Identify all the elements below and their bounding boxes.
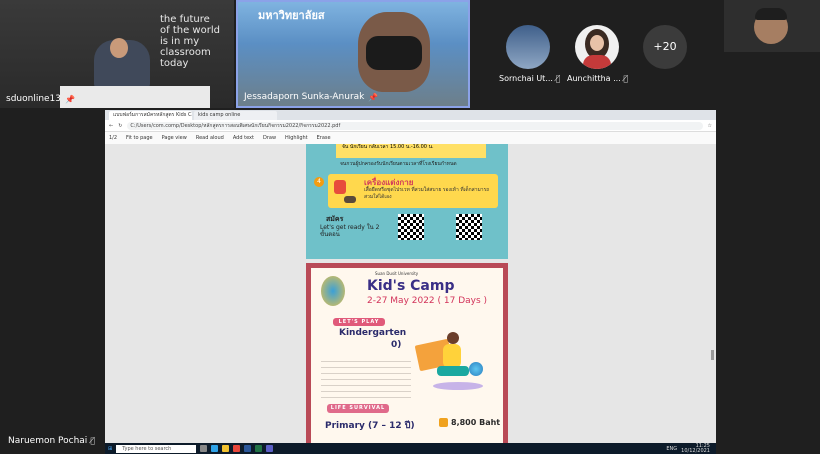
clock-date: 10/12/2021 (681, 447, 710, 454)
qr-code-icon (456, 214, 482, 240)
illustration-legs (437, 366, 469, 376)
backdrop-line: classroom (160, 47, 211, 58)
participant-name: Sornchai Ut... (499, 74, 553, 83)
refresh-icon[interactable]: ↻ (118, 123, 122, 129)
backdrop-line: of the world (160, 25, 220, 36)
poster-text: จัน นักเรียน กลับเวลา 15.00 น.-16.00 น. (342, 144, 434, 150)
participant-name-label: sduonline13 📌 (6, 94, 75, 104)
university-logo (321, 276, 345, 306)
kids-camp-poster: Suan Dusit University Kid's Camp 2-27 Ma… (311, 268, 503, 448)
more-participants-count: +20 (653, 40, 677, 53)
edge-icon[interactable] (211, 445, 219, 452)
mic-off-icon: 🎙̸ (623, 74, 629, 83)
signup-cta: Let's get ready ใน 2 ขั้นตอน (320, 224, 380, 238)
url-field[interactable]: C:/Users/com.comp/Desktop/หลักสูตรการสอน… (127, 121, 703, 130)
pdf-page-2: Suan Dusit University Kid's Camp 2-27 Ma… (306, 263, 508, 448)
word-icon[interactable] (244, 445, 252, 452)
mic-off-icon: 🎙̸ (90, 436, 95, 445)
clock[interactable]: 11:25 10/12/2021 (681, 443, 716, 454)
illustration-head (447, 332, 459, 344)
participant-avatar-sornchai[interactable] (506, 25, 550, 69)
avatar-face (590, 35, 604, 51)
self-view-tile[interactable] (724, 0, 820, 52)
page-view-button[interactable]: Page view (162, 135, 187, 141)
participant-tile-jessadaporn[interactable]: มหาวิทยาลัยส Jessadaporn Sunka-Anurak 📌 (236, 0, 470, 108)
illustration-shadow (433, 382, 483, 390)
self-name: Naruemon Pochai (8, 436, 88, 446)
page-counter[interactable]: 1/2 (109, 135, 117, 141)
language-indicator[interactable]: ENG (666, 446, 677, 452)
backdrop-line: the future (160, 14, 210, 25)
erase-button[interactable]: Erase (317, 135, 331, 141)
poster-title: Kid's Camp (367, 278, 455, 294)
avatar-shirt (583, 55, 611, 69)
dress-code-card: เครื่องแต่งกาย เสื้อยืดหรือชุดไปรเวท ที่… (328, 174, 498, 208)
program-kindergarten: Kindergarten (339, 328, 407, 338)
dress-code-text: เสื้อยืดหรือชุดไปรเวท ที่สวมใส่สบาย รองเ… (364, 187, 490, 200)
excel-icon[interactable] (255, 445, 263, 452)
fit-page-button[interactable]: Fit to page (126, 135, 153, 141)
browser-tab[interactable]: แบบฟอร์มการสมัครหลักสูตร Kids Camp 2022 … (109, 111, 192, 120)
program-primary: Primary (7 – 12 ปี) (325, 421, 415, 431)
poster-dates: 2-27 May 2022 ( 17 Days ) (367, 296, 488, 306)
participant-tile-sduonline13[interactable]: the future of the world is in my classro… (0, 0, 234, 108)
backdrop-text: the future of the world is in my classro… (160, 14, 220, 69)
desk (60, 86, 210, 108)
participant-name-aunchittha: Aunchittha ... 🎙̸ (567, 74, 628, 83)
backdrop-line: is in my (160, 36, 200, 47)
file-explorer-icon[interactable] (222, 445, 230, 452)
pin-icon: 📌 (368, 92, 379, 102)
program-kindergarten-age: 0) (391, 340, 402, 350)
participant-name: Aunchittha ... (567, 74, 621, 83)
shoes-icon (344, 196, 356, 203)
lets-play-badge: LET'S PLAY (333, 318, 385, 326)
participant-name: sduonline13 (6, 94, 62, 104)
university-label: Suan Dusit University (375, 271, 419, 276)
draw-button[interactable]: Draw (263, 135, 276, 141)
illustration-globe (469, 362, 483, 376)
task-view-icon[interactable] (200, 445, 208, 452)
self-name-label: Naruemon Pochai 🎙̸ (8, 436, 95, 446)
back-icon[interactable]: ← (109, 123, 113, 129)
illustration-body (443, 344, 461, 368)
shared-screen[interactable]: แบบฟอร์มการสมัครหลักสูตร Kids Camp 2022 … (105, 110, 716, 454)
qr-code-icon (398, 214, 424, 240)
step-number-badge: 4 (314, 177, 324, 187)
taskbar-search[interactable]: Type here to search (116, 444, 197, 453)
browser-tab-bar: แบบฟอร์มการสมัครหลักสูตร Kids Camp 2022 … (105, 110, 716, 120)
teams-icon[interactable] (266, 445, 274, 452)
participant-name-sornchai: Sornchai Ut... 🎙̸ (499, 74, 560, 83)
banner-text: มหาวิทยาลัยส (258, 9, 325, 22)
pdf-page-1: จัน นักเรียน กลับเวลา 15.00 น.-16.00 น. … (306, 144, 508, 259)
mic-off-icon: 🎙̸ (555, 74, 561, 83)
backdrop-line: today (160, 58, 189, 69)
pdf-scrollbar-thumb[interactable] (711, 350, 714, 360)
add-text-button[interactable]: Add text (233, 135, 254, 141)
favorite-icon[interactable]: ☆ (708, 123, 712, 129)
program-details (321, 356, 411, 400)
self-hair (755, 8, 787, 20)
more-participants-button[interactable]: +20 (643, 25, 687, 69)
poster-subtext: จนกวนผู้ปกครองรับนักเรียนตามเวลาที่โรงเร… (340, 161, 457, 167)
shirt-icon (334, 180, 346, 194)
participant-name: Jessadaporn Sunka-Anurak (244, 92, 365, 102)
browser-tab[interactable]: kids camp online (194, 111, 277, 120)
address-bar: ← ↻ C:/Users/com.comp/Desktop/หลักสูตรกา… (105, 120, 716, 132)
participant-avatar-aunchittha[interactable] (575, 25, 619, 69)
windows-start-icon[interactable]: ⊞ (108, 446, 112, 452)
pdf-viewer[interactable]: จัน นักเรียน กลับเวลา 15.00 น.-16.00 น. … (105, 144, 716, 448)
life-survival-badge: LIFE SURVIVAL (327, 404, 389, 413)
illustration-kid (414, 326, 487, 396)
presenter-head (110, 38, 128, 58)
highlight-button[interactable]: Highlight (285, 135, 308, 141)
windows-taskbar: ⊞ Type here to search ENG 11:25 10/12/20… (105, 443, 716, 454)
read-aloud-button[interactable]: Read aloud (196, 135, 224, 141)
poster-band-top: จัน นักเรียน กลับเวลา 15.00 น.-16.00 น. (336, 144, 486, 158)
price-tag-icon (439, 418, 448, 427)
participant-name-label: Jessadaporn Sunka-Anurak 📌 (244, 92, 378, 102)
face-mask (366, 36, 422, 70)
pin-icon: 📌 (65, 94, 75, 104)
chrome-icon[interactable] (233, 445, 241, 452)
price-label: 8,800 Baht (451, 418, 501, 427)
